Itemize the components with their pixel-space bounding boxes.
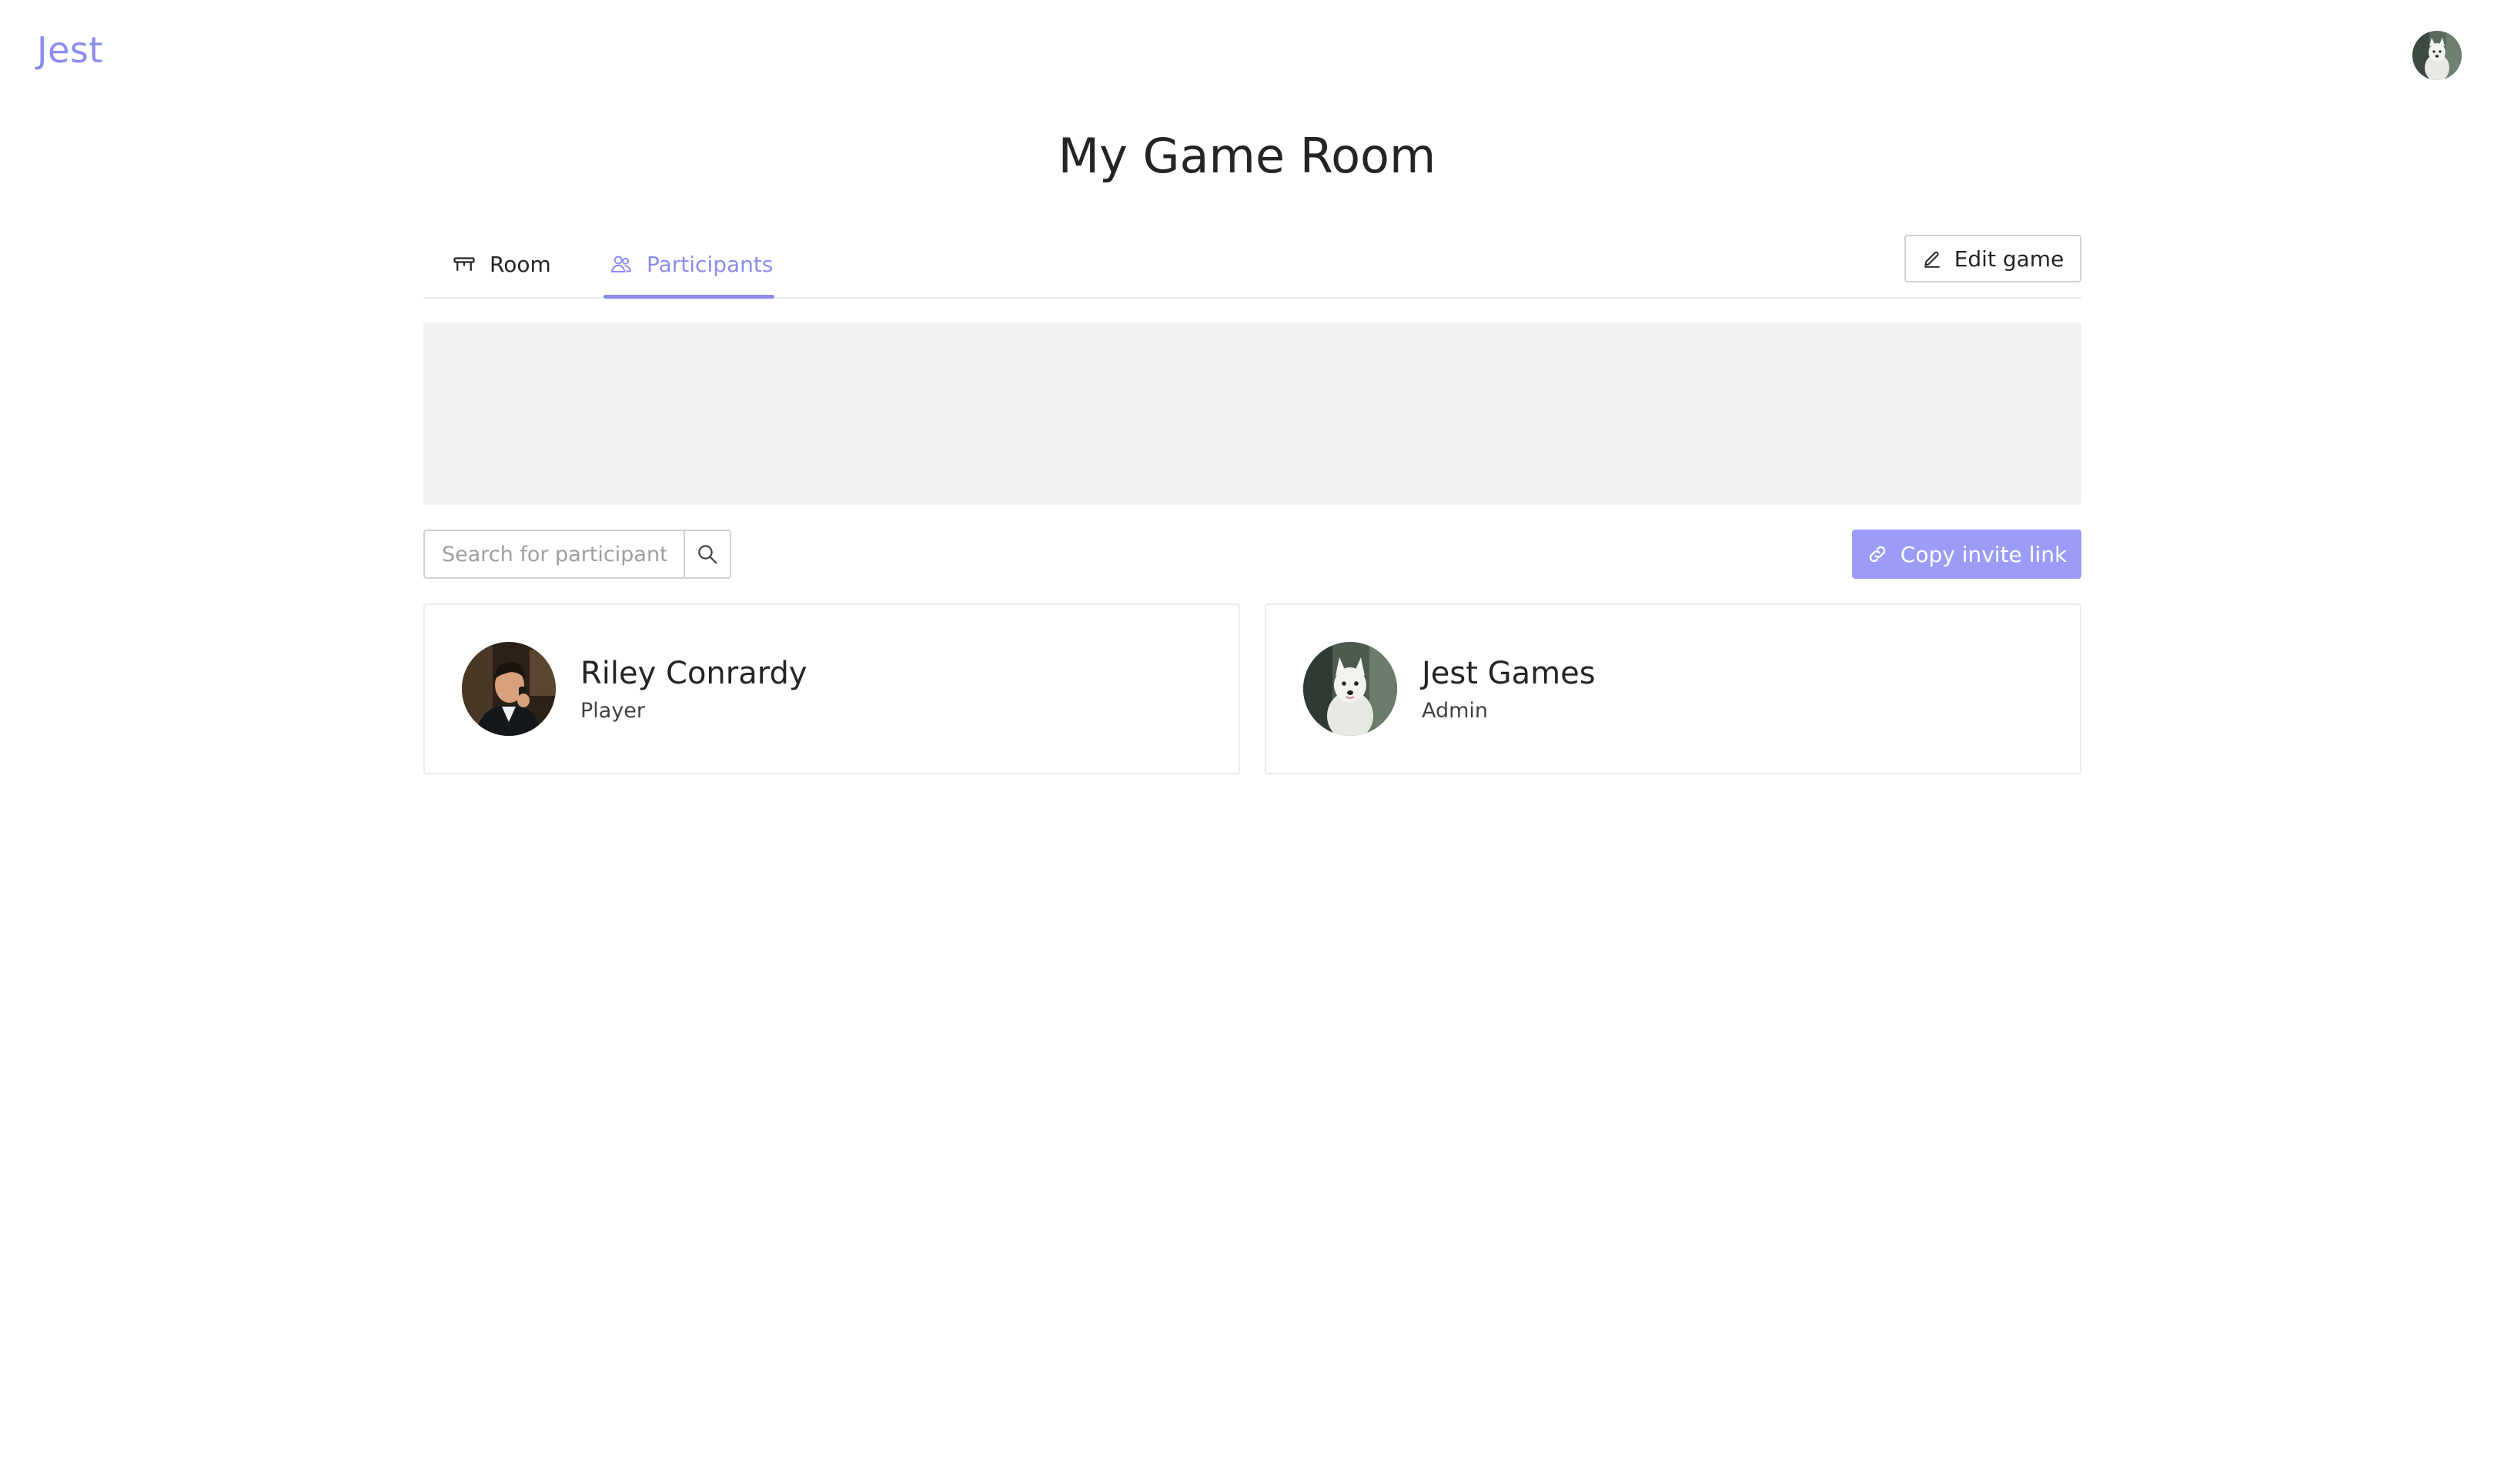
edit-game-button[interactable]: Edit game	[1904, 235, 2081, 282]
copy-invite-link-label: Copy invite link	[1900, 541, 2068, 567]
participant-avatar	[1303, 642, 1397, 736]
user-avatar[interactable]	[2412, 31, 2462, 80]
tab-room-label: Room	[490, 251, 551, 277]
participant-name: Jest Games	[1422, 656, 1596, 691]
search-icon	[698, 545, 717, 564]
pencil-icon	[1924, 251, 1940, 268]
dog-avatar-image	[2412, 31, 2462, 80]
edit-game-label: Edit game	[1954, 246, 2064, 272]
participant-role: Admin	[1422, 699, 1489, 723]
participant-avatar	[462, 642, 556, 736]
search-button[interactable]	[684, 530, 731, 579]
white-dog-avatar	[1303, 642, 1397, 736]
man-phone-avatar	[462, 642, 556, 736]
tab-participants-label: Participants	[647, 251, 774, 277]
people-icon	[611, 256, 632, 272]
participant-card[interactable]: Jest Games Admin	[1265, 603, 2081, 774]
table-icon	[453, 257, 475, 271]
tab-bar: Room Participants	[423, 231, 2081, 299]
banner-placeholder	[423, 323, 2081, 505]
copy-invite-link-button[interactable]: Copy invite link	[1852, 530, 2081, 579]
search-input[interactable]	[423, 530, 684, 579]
app-logo[interactable]: Jest	[37, 29, 103, 71]
tab-room[interactable]: Room	[453, 231, 551, 297]
participant-card[interactable]: Riley Conrardy Player	[423, 603, 1240, 774]
participant-name: Riley Conrardy	[580, 656, 807, 691]
participant-search	[423, 530, 731, 579]
main-content: Room Participants Edit game Search for p…	[423, 0, 2081, 1484]
link-icon	[1869, 546, 1886, 563]
participant-role: Player	[580, 699, 646, 723]
tab-participants[interactable]: Participants	[603, 231, 775, 299]
participant-list: Riley Conrardy Player Jest Games Admin	[423, 603, 2081, 774]
